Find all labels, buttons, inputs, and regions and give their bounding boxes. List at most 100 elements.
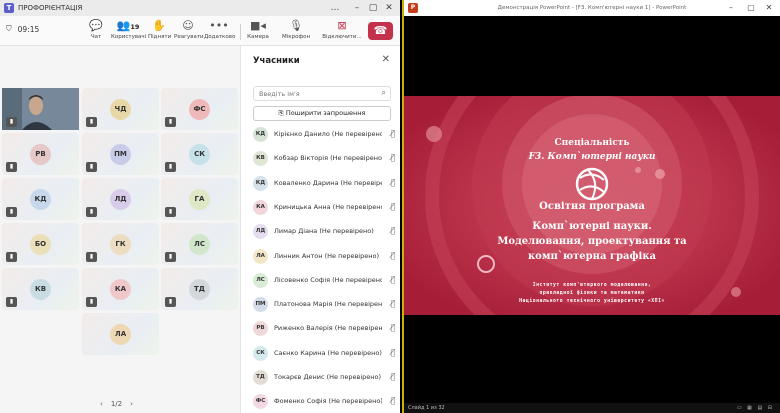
mic-off-icon: ▮ (86, 117, 97, 127)
participant-row[interactable]: ЛА Линник Антон (Не перевірено) 🎙̸ (253, 248, 395, 266)
ppt-statusbar: Слайд 1 из 32 ▭ ▦ ▤ ⊟ (404, 403, 780, 413)
video-tile[interactable]: ЛА (82, 313, 159, 355)
mic-off-icon: 🎙̸ (390, 274, 395, 284)
video-tile[interactable]: ЧД ▮ (82, 88, 159, 130)
camera-button[interactable]: ■◂ Камера (246, 18, 270, 44)
avatar: ЧД (110, 98, 131, 120)
participant-avatar: ФС (253, 394, 268, 410)
participants-title: Учасники (253, 56, 300, 66)
more-window-icon[interactable]: … (324, 0, 346, 16)
stop-share-button[interactable]: ⊠ Відключити... (322, 18, 362, 44)
mic-off-icon: ▮ (6, 297, 17, 307)
participant-row[interactable]: КВ Кобзар Вікторія (Не перевірено) 🎙̸ (253, 150, 395, 168)
meeting-title: ПРОФОРІЄНТАЦІЯ (18, 4, 83, 12)
people-button[interactable]: 👥19 Користувачі (111, 18, 146, 44)
mic-off-icon: 🎙̸ (390, 250, 395, 260)
react-label: Реагувати (174, 34, 204, 40)
mic-button[interactable]: 🎙 Мікрофон (282, 18, 310, 44)
mic-off-icon: 🎙̸ (390, 129, 395, 138)
participant-name: Лимар Діана (Не перевірено) (274, 227, 374, 236)
avatar: СК (189, 143, 210, 165)
slide-line-1: Спеціальність (554, 138, 630, 148)
view-controls-icon[interactable]: ▭ ▦ ▤ ⊟ (737, 403, 774, 413)
participant-row[interactable]: КА Криницька Анна (Не перевірено) 🎙̸ (253, 199, 395, 217)
mic-off-icon: ▮ (6, 252, 17, 262)
participant-avatar: ЛА (253, 248, 268, 264)
participant-row[interactable]: ЛС Лісовенко Софія (Не перевірено) 🎙̸ (253, 272, 395, 290)
ppt-window-title: Демонстрація PowerPoint - [F3. Комп'ютер… (497, 5, 687, 11)
video-tile[interactable]: КВ ▮ (2, 268, 79, 310)
mic-label: Мікрофон (282, 34, 311, 40)
maximize-icon[interactable]: ▢ (742, 0, 760, 16)
react-button[interactable]: ☺ Реагувати (174, 18, 204, 44)
minimize-icon[interactable]: – (722, 0, 740, 16)
participant-row[interactable]: КД Кірієнко Данило (Не перевірено) 🎙̸ (253, 126, 395, 144)
leave-call-button[interactable]: ☎ (368, 22, 393, 40)
more-icon: ••• (209, 19, 229, 32)
participant-name: Платонова Марія (Не перевірено) (274, 300, 382, 309)
video-tile[interactable]: ТД ▮ (161, 268, 238, 310)
participant-row[interactable]: ТД Токарєв Денис (Не перевірено) 🎙̸ (253, 369, 395, 387)
raise-hand-label: Підняти (148, 34, 172, 40)
slide-footer-2: прикладної фізики та математики (539, 291, 645, 296)
pager-next-icon[interactable]: › (130, 400, 133, 408)
share-invite-label: Поширити запрошення (285, 109, 366, 117)
participant-row[interactable]: ПМ Платонова Марія (Не перевірено) 🎙̸ (253, 296, 395, 314)
video-tile[interactable]: БО ▮ (2, 223, 79, 265)
mic-off-icon: ▮ (86, 207, 97, 217)
avatar: ПМ (110, 143, 131, 165)
raise-hand-button[interactable]: ✋ Підняти (148, 18, 172, 44)
participant-avatar: ЛД (253, 224, 268, 240)
pager-label: 1/2 (110, 400, 123, 408)
participant-name: Кірієнко Данило (Не перевірено) (274, 130, 382, 138)
video-tile[interactable]: РВ ▮ (2, 133, 79, 175)
participant-row[interactable]: РВ Риженко Валерія (Не перевірено) 🎙̸ (253, 320, 395, 338)
teams-titlebar: T ПРОФОРІЄНТАЦІЯ … – ▢ ✕ (0, 0, 400, 16)
avatar: ГА (189, 188, 210, 210)
participant-avatar: ПМ (253, 297, 268, 313)
chat-label: Чат (90, 34, 102, 40)
share-invite-button[interactable]: ⎘ Поширити запрошення (253, 106, 391, 121)
raise-hand-icon: ✋ (152, 19, 166, 32)
video-tile[interactable]: ПМ ▮ (82, 133, 159, 175)
video-tile[interactable]: КД ▮ (2, 178, 79, 220)
participant-row[interactable]: КД Коваленко Дарина (Не перевірено) 🎙̸ (253, 175, 395, 193)
mic-off-icon: ▮ (6, 207, 17, 217)
participant-avatar: ТД (253, 370, 268, 385)
mic-off-icon: ▮ (165, 162, 176, 172)
search-input[interactable]: Введіть ім'я ⌕ (253, 86, 391, 101)
more-button[interactable]: ••• Додатково (204, 18, 235, 44)
participant-name: Криницька Анна (Не перевірено) (274, 202, 382, 211)
slide-canvas: Спеціальність F3. Комп`ютерні науки Осві… (404, 96, 780, 315)
avatar: КА (110, 278, 131, 300)
video-tile[interactable]: ЛС ▮ (161, 223, 238, 265)
participant-name: Саєнко Карина (Не перевірено) (274, 348, 382, 357)
participant-name: Риженко Валерія (Не перевірено) (274, 324, 382, 333)
participant-row[interactable]: СК Саєнко Карина (Не перевірено) 🎙̸ (253, 345, 395, 363)
video-tile[interactable]: ЛД ▮ (82, 178, 159, 220)
avatar: ЛА (110, 323, 131, 345)
teams-logo-icon: T (4, 3, 14, 13)
video-tile-self[interactable]: ▮ (2, 88, 79, 130)
video-tile[interactable]: ГК ▮ (82, 223, 159, 265)
chat-button[interactable]: 💬 Чат (86, 18, 106, 44)
participants-panel: Учасники ✕ Введіть ім'я ⌕ ⎘ Поширити зап… (240, 46, 400, 413)
pager-prev-icon[interactable]: ‹ (100, 400, 103, 408)
participant-row[interactable]: ФС Фоменко Софія (Не перевірено) 🎙̸ (253, 393, 395, 411)
mic-off-icon: 🎙̸ (390, 153, 395, 163)
video-tile[interactable]: КА ▮ (82, 268, 159, 310)
video-tile[interactable]: ФС ▮ (161, 88, 238, 130)
slide-line-2: F3. Комп`ютерні науки (528, 152, 656, 162)
mic-off-icon: ▮ (165, 117, 176, 127)
close-window-icon[interactable]: ✕ (378, 0, 400, 16)
participant-row[interactable]: ЛД Лимар Діана (Не перевірено) 🎙̸ (253, 223, 395, 241)
timer-text: 09:15 (17, 24, 40, 34)
close-window-icon[interactable]: ✕ (760, 0, 778, 16)
video-tile[interactable]: СК ▮ (161, 133, 238, 175)
toolbar-divider (240, 24, 241, 40)
participant-name: Кобзар Вікторія (Не перевірено) (274, 154, 382, 163)
video-tile[interactable]: ГА ▮ (161, 178, 238, 220)
participant-name: Фоменко Софія (Не перевірено) (274, 397, 382, 406)
close-panel-icon[interactable]: ✕ (382, 54, 390, 65)
avatar: ТД (189, 278, 210, 300)
